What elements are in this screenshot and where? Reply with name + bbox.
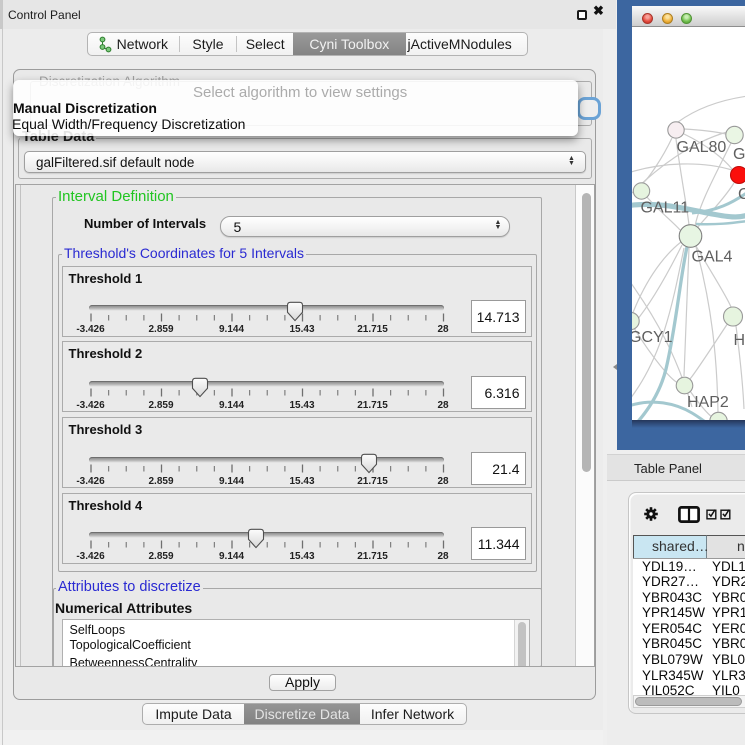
svg-text:GAL4: GAL4	[692, 249, 733, 266]
svg-text:GCY1: GCY1	[632, 329, 673, 346]
svg-text:H: H	[734, 332, 745, 349]
svg-text:HAP2: HAP2	[687, 394, 729, 411]
svg-text:GAL11: GAL11	[641, 200, 690, 217]
svg-text:GA: GA	[733, 146, 745, 163]
svg-text:GAL80: GAL80	[677, 139, 727, 156]
svg-text:C: C	[738, 186, 745, 203]
